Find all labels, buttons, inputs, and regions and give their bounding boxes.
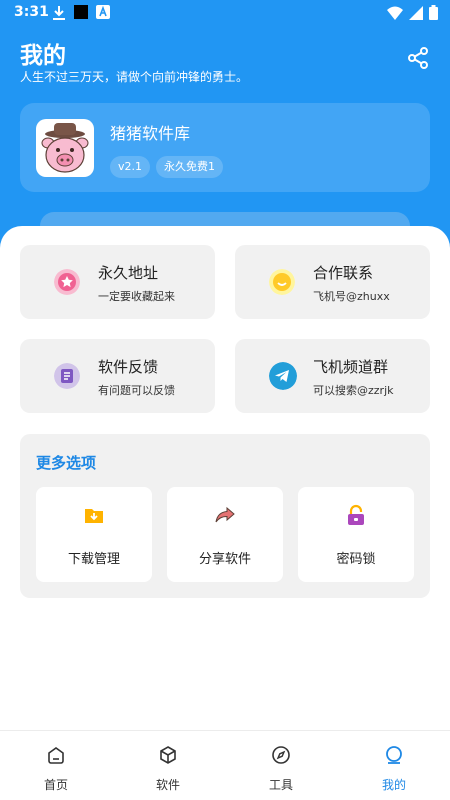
- app-a-status-icon: [96, 5, 110, 19]
- nav-item-software[interactable]: 软件: [112, 731, 224, 800]
- option-label: 下载管理: [67, 552, 120, 567]
- tile-contact[interactable]: 合作联系 飞机号@zhuxx: [235, 245, 430, 319]
- profile-name: 猪猪软件库: [110, 124, 191, 143]
- tile-title: 软件反馈: [98, 358, 159, 376]
- battery-icon: [429, 5, 438, 20]
- wifi-icon: [387, 6, 403, 20]
- nav-item-mine[interactable]: 我的: [338, 731, 450, 800]
- notification-square-icon: [74, 5, 88, 19]
- compass-icon: [272, 746, 290, 764]
- tile-telegram-group[interactable]: 飞机频道群 可以搜索@zzrjk: [235, 339, 430, 413]
- nav-label: 软件: [155, 778, 180, 792]
- profile-icon: [386, 746, 402, 764]
- option-label: 密码锁: [336, 552, 376, 567]
- nav-item-home[interactable]: 首页: [0, 731, 112, 800]
- download-status-icon: [53, 6, 65, 20]
- main-panel: 永久地址 一定要收藏起来 合作联系 飞机号@zhuxx 软件反馈 有问题可以反馈…: [0, 226, 450, 800]
- share-app-button[interactable]: 分享软件: [167, 487, 283, 582]
- nav-label: 我的: [381, 778, 406, 792]
- cube-icon: [160, 746, 176, 764]
- download-manager-button[interactable]: 下载管理: [36, 487, 152, 582]
- tile-permanent-address[interactable]: 永久地址 一定要收藏起来: [20, 245, 215, 319]
- tile-subtitle: 可以搜索@zzrjk: [313, 384, 394, 397]
- tile-title: 合作联系: [313, 264, 374, 282]
- avatar: [36, 119, 94, 177]
- tile-subtitle: 一定要收藏起来: [98, 290, 175, 303]
- profile-card[interactable]: 猪猪软件库 v2.1 永久免费1: [20, 103, 430, 192]
- share-icon[interactable]: [406, 46, 430, 70]
- free-badge: 永久免费1: [156, 156, 223, 178]
- more-options-panel: 更多选项 下载管理 分享软件 密码锁: [20, 434, 430, 598]
- feedback-badge-icon: [54, 363, 80, 389]
- tile-subtitle: 飞机号@zhuxx: [313, 290, 390, 303]
- nav-item-tools[interactable]: 工具: [225, 731, 337, 800]
- share-arrow-icon: [215, 506, 235, 523]
- tile-title: 永久地址: [98, 264, 159, 282]
- tile-feedback[interactable]: 软件反馈 有问题可以反馈: [20, 339, 215, 413]
- version-badge: v2.1: [110, 156, 151, 178]
- pig-avatar-icon: [41, 123, 89, 173]
- status-time: 3:31: [14, 4, 49, 20]
- tile-subtitle: 有问题可以反馈: [98, 384, 175, 397]
- telegram-icon: [269, 362, 297, 390]
- option-label: 分享软件: [198, 552, 251, 567]
- bottom-nav: 首页 软件 工具 我的: [0, 730, 450, 800]
- nav-label: 首页: [43, 778, 68, 792]
- tile-title: 飞机频道群: [313, 358, 389, 376]
- password-lock-button[interactable]: 密码锁: [298, 487, 414, 582]
- nav-label: 工具: [268, 778, 293, 792]
- lock-icon: [348, 504, 364, 525]
- status-bar: 3:31: [0, 0, 450, 26]
- smile-badge-icon: [269, 269, 295, 295]
- page-subtitle: 人生不过三万天，请做个向前冲锋的勇士。: [20, 70, 249, 84]
- home-icon: [48, 747, 64, 764]
- more-options-title: 更多选项: [36, 454, 97, 472]
- page-title: 我的: [20, 43, 66, 69]
- signal-icon: [409, 5, 423, 20]
- star-badge-icon: [54, 269, 80, 295]
- download-folder-icon: [85, 509, 103, 523]
